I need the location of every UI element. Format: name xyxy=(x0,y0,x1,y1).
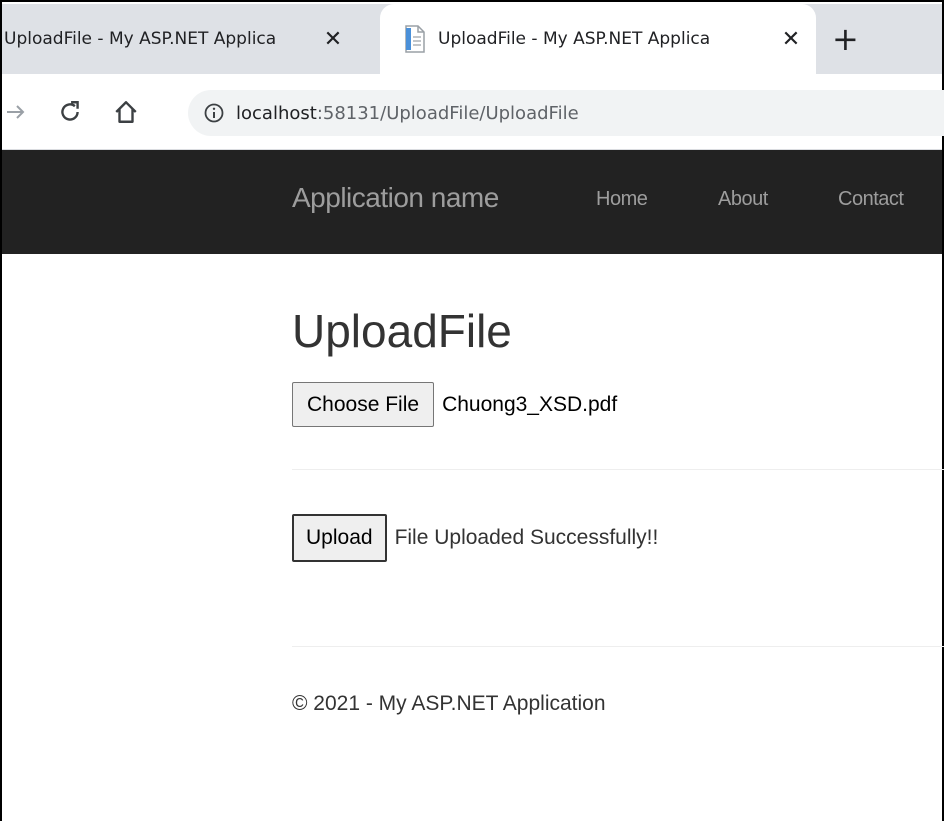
info-icon[interactable] xyxy=(204,103,224,123)
file-input[interactable]: Choose File Chuong3_XSD.pdf xyxy=(292,382,617,427)
url-text: localhost:58131/UploadFile/UploadFile xyxy=(236,103,579,124)
browser-window: UploadFile - My ASP.NET Applica ✕ Upload… xyxy=(0,0,944,821)
choose-file-button[interactable]: Choose File xyxy=(292,382,435,427)
footer-text: © 2021 - My ASP.NET Application xyxy=(292,692,606,715)
new-tab-button[interactable]: + xyxy=(832,4,859,74)
tab-title: UploadFile - My ASP.NET Applica xyxy=(4,29,277,49)
document-icon xyxy=(404,25,426,53)
address-bar[interactable]: localhost:58131/UploadFile/UploadFile xyxy=(188,90,944,136)
close-icon[interactable]: ✕ xyxy=(316,27,350,52)
page-title: UploadFile xyxy=(292,305,512,357)
browser-toolbar: localhost:58131/UploadFile/UploadFile xyxy=(0,74,944,150)
tab-inactive[interactable]: UploadFile - My ASP.NET Applica ✕ xyxy=(2,4,380,74)
close-icon[interactable]: ✕ xyxy=(774,27,808,52)
nav-link-about[interactable]: About xyxy=(718,188,768,211)
site-navbar: Application name Home About Contact xyxy=(2,150,942,254)
footer-divider xyxy=(292,646,944,647)
reload-icon[interactable] xyxy=(50,92,90,132)
upload-row: Upload File Uploaded Successfully!! xyxy=(292,514,658,562)
selected-file-name: Chuong3_XSD.pdf xyxy=(442,392,618,416)
forward-icon[interactable] xyxy=(0,92,36,132)
nav-link-home[interactable]: Home xyxy=(596,188,648,211)
divider xyxy=(292,469,944,470)
url-host: localhost xyxy=(236,102,317,124)
url-path: :58131/UploadFile/UploadFile xyxy=(316,102,579,124)
upload-button[interactable]: Upload xyxy=(292,514,387,562)
brand-link[interactable]: Application name xyxy=(292,182,499,214)
tab-strip: UploadFile - My ASP.NET Applica ✕ Upload… xyxy=(2,4,942,74)
tab-title: UploadFile - My ASP.NET Applica xyxy=(438,29,711,49)
status-message: File Uploaded Successfully!! xyxy=(394,526,659,549)
tab-active[interactable]: UploadFile - My ASP.NET Applica ✕ xyxy=(380,4,816,74)
nav-link-contact[interactable]: Contact xyxy=(838,188,904,211)
home-icon[interactable] xyxy=(106,92,146,132)
